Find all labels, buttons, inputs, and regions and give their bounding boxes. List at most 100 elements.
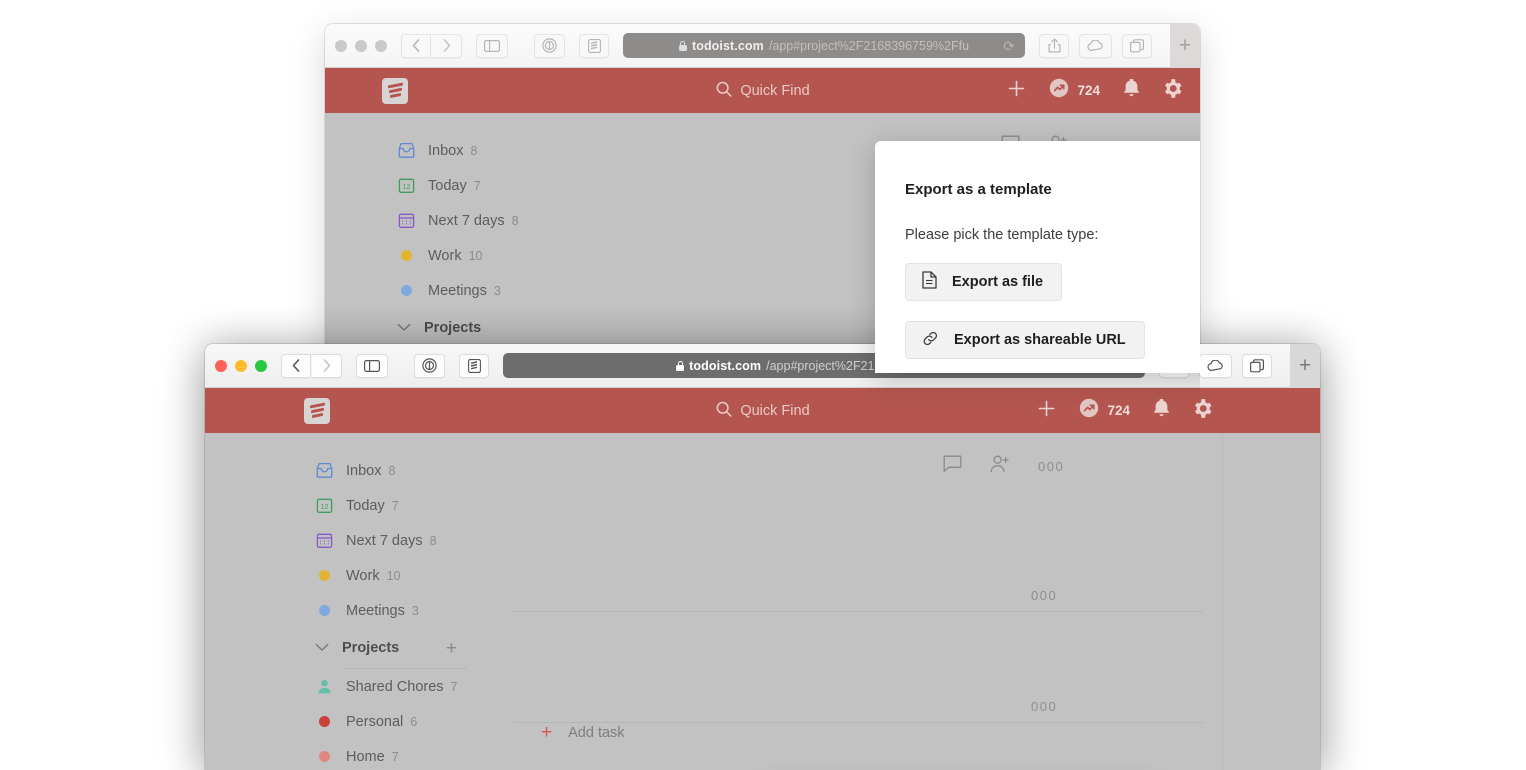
projects-section-header-behind[interactable]: Projects	[325, 308, 571, 348]
tab-overview-icon[interactable]	[1242, 353, 1272, 378]
export-template-modal[interactable]: Export as a template Please pick the tem…	[875, 141, 1200, 373]
reader-icon[interactable]	[414, 353, 445, 378]
extension-icon[interactable]	[459, 353, 489, 378]
project-content-front: 000 000 000 + Add task	[493, 433, 1320, 770]
close-window-button[interactable]	[215, 359, 227, 372]
inbox-icon	[397, 142, 415, 160]
share-icon[interactable]	[1039, 33, 1069, 58]
back-icon[interactable]	[281, 353, 311, 378]
window-controls-behind[interactable]	[335, 39, 387, 52]
projects-section-label: Projects	[424, 320, 482, 336]
maximize-window-button[interactable]	[255, 359, 267, 372]
export-as-file-label: Export as file	[952, 274, 1044, 290]
svg-text:12: 12	[402, 184, 410, 191]
todoist-main-front: Inbox 8 12 Today 7 Next 7 days 8 Work 10…	[205, 433, 1320, 770]
minimize-window-button[interactable]	[355, 39, 367, 52]
close-window-button[interactable]	[335, 39, 347, 52]
export-modal-title: Export as a template	[905, 181, 1052, 198]
sidebar-front[interactable]: Inbox 8 12 Today 7 Next 7 days 8 Work 10…	[205, 433, 493, 770]
sidebar-item-next-7-days[interactable]: Next 7 days 8	[205, 523, 493, 558]
add-person-icon[interactable]	[990, 455, 1010, 478]
export-as-url-label: Export as shareable URL	[954, 332, 1126, 348]
quick-find-behind[interactable]: Quick Find	[715, 81, 810, 101]
gear-icon[interactable]	[1193, 398, 1212, 423]
bell-icon[interactable]	[1153, 398, 1170, 422]
karma-indicator-front[interactable]: 724	[1079, 398, 1130, 423]
sidebar-item-work[interactable]: Work 10	[205, 558, 493, 593]
forward-icon[interactable]	[432, 33, 462, 58]
plus-icon[interactable]	[1007, 79, 1026, 103]
todoist-appbar-behind: Quick Find 724	[325, 68, 1200, 113]
new-tab-icon[interactable]: +	[1290, 344, 1320, 388]
projects-section-label: Projects	[342, 640, 400, 656]
reader-icon[interactable]	[534, 33, 565, 58]
sidebar-item-meetings[interactable]: Meetings 3	[205, 593, 493, 628]
maximize-window-button[interactable]	[375, 39, 387, 52]
sidebar-item-label: Meetings	[428, 282, 487, 299]
new-tab-icon[interactable]: +	[1170, 24, 1200, 68]
minimize-window-button[interactable]	[235, 359, 247, 372]
sidebar-item-shared-chores[interactable]: Shared Chores 7	[205, 669, 493, 704]
sidebar-icon[interactable]	[356, 353, 388, 378]
sidebar-item-home[interactable]: Home 7	[205, 739, 493, 770]
icloud-icon[interactable]	[1199, 353, 1232, 378]
project-header-icons-front[interactable]: 000	[943, 455, 1064, 478]
sidebar-item-today[interactable]: 12 Today 7	[325, 168, 571, 203]
extension-icon[interactable]	[579, 33, 609, 58]
more-options-icon[interactable]: 000	[1038, 459, 1064, 474]
dot-icon	[397, 282, 415, 300]
window-controls-front[interactable]	[215, 359, 267, 372]
browser-toolbar-behind: todoist.com/app#project%2F2168396759%2Ff…	[325, 24, 1200, 68]
sidebar-item-personal[interactable]: Personal 6	[205, 704, 493, 739]
inbox-icon	[315, 462, 333, 480]
appbar-right-front[interactable]: 724	[1037, 398, 1212, 423]
calendar-today-icon: 12	[397, 177, 415, 195]
address-bar-behind[interactable]: todoist.com/app#project%2F2168396759%2Ff…	[623, 33, 1025, 58]
task-row-menu-icon[interactable]: 000	[1031, 588, 1057, 603]
karma-indicator-behind[interactable]: 724	[1049, 78, 1100, 103]
sidebar-item-meetings[interactable]: Meetings 3	[325, 273, 571, 308]
projects-section-header-front[interactable]: Projects +	[205, 628, 493, 668]
back-icon[interactable]	[401, 33, 431, 58]
sidebar-item-label: Work	[428, 247, 462, 264]
add-project-button[interactable]: +	[446, 639, 457, 658]
plus-icon[interactable]	[1037, 399, 1056, 423]
forward-icon[interactable]	[312, 353, 342, 378]
todoist-logo-icon[interactable]	[304, 397, 330, 424]
sidebar-item-work[interactable]: Work 10	[325, 238, 571, 273]
sidebar-item-next-7-days[interactable]: Next 7 days 8	[325, 203, 571, 238]
export-as-file-button[interactable]: Export as file	[905, 263, 1063, 301]
gear-icon[interactable]	[1163, 78, 1182, 103]
export-as-url-button[interactable]: Export as shareable URL	[905, 321, 1145, 359]
svg-text:12: 12	[320, 504, 328, 511]
sidebar-item-today[interactable]: 12 Today 7	[205, 488, 493, 523]
comment-icon[interactable]	[943, 455, 962, 478]
lock-icon	[678, 40, 687, 51]
dot-icon	[397, 247, 415, 265]
sidebar-icon[interactable]	[476, 33, 508, 58]
task-row-menu-icon[interactable]: 000	[1031, 699, 1057, 714]
sidebar-item-count: 8	[511, 213, 519, 228]
chevron-down-icon[interactable]	[315, 640, 329, 656]
add-task-button[interactable]: + Add task	[541, 723, 625, 742]
sidebar-item-count: 3	[493, 283, 501, 298]
icloud-icon[interactable]	[1079, 33, 1112, 58]
sidebar-item-label: Meetings	[346, 602, 405, 619]
sidebar-item-label: Inbox	[428, 142, 464, 159]
todoist-logo-icon[interactable]	[382, 77, 408, 104]
export-modal-subtitle: Please pick the template type:	[905, 227, 1099, 243]
safari-window-front[interactable]: todoist.com/app#project%2F2168396759%2Ff…	[205, 344, 1320, 770]
nav-buttons-behind[interactable]	[401, 33, 462, 58]
bell-icon[interactable]	[1123, 78, 1140, 102]
sidebar-item-inbox[interactable]: Inbox 8	[205, 453, 493, 488]
nav-buttons-front[interactable]	[281, 353, 342, 378]
reload-icon[interactable]: ⟳	[1003, 39, 1015, 53]
chevron-down-icon[interactable]	[397, 320, 411, 336]
tab-overview-icon[interactable]	[1122, 33, 1152, 58]
toolbar-right-behind[interactable]: +	[1039, 24, 1200, 68]
sidebar-item-label: Home	[346, 748, 385, 765]
sidebar-item-inbox[interactable]: Inbox 8	[325, 133, 571, 168]
quick-find-front[interactable]: Quick Find	[715, 401, 810, 421]
appbar-right-behind[interactable]: 724	[1007, 78, 1182, 103]
karma-value: 724	[1107, 403, 1130, 418]
